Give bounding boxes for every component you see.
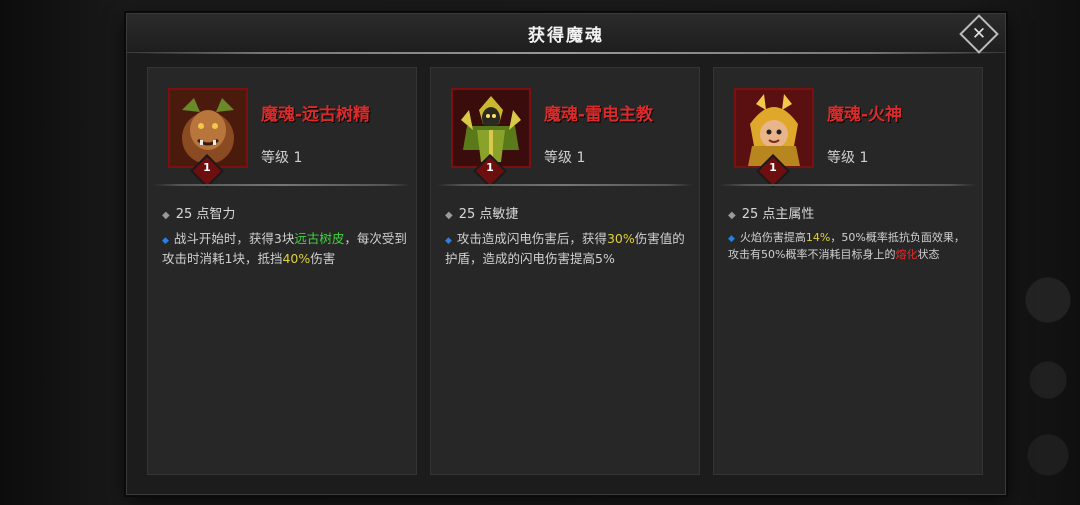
diamond-bullet-icon: ◆ [445, 210, 453, 221]
card-divider [437, 184, 693, 186]
soul-level: 等级 1 [544, 150, 586, 166]
soul-level: 等级 1 [827, 150, 869, 166]
soul-card-fire-god: 1 魔魂-火神 等级 1 ◆ 25 点主属性 ◆ 火焰伤害提高14%，50%概率抵抗… [713, 67, 983, 475]
desc-highlight: 30% [606, 231, 635, 246]
soul-reward-modal: 获得魔魂 ✕ 1 魔魂-远古树精 等级 1 ◆ 25 点智力 ◆ 战斗开始时，获… [126, 13, 1006, 495]
desc-highlight: 40% [282, 251, 311, 266]
desc-text: 状态 [917, 248, 940, 261]
soul-name: 魔魂-远古树精 [261, 105, 371, 125]
desc-text: 伤害 [310, 251, 336, 266]
stat-text: 25 点敏捷 [458, 207, 519, 222]
soul-level: 等级 1 [261, 150, 303, 166]
desc-text: 攻击造成闪电伤害后，获得 [456, 231, 607, 246]
diamond-bullet-icon: ◆ [162, 210, 170, 221]
stat-row: ◆ 25 点敏捷 [445, 203, 518, 222]
background-side-buttons [1000, 0, 1080, 505]
desc-highlight: 远古树皮 [294, 231, 345, 246]
stat-row: ◆ 25 点主属性 [728, 203, 814, 222]
soul-description: ◆ 攻击造成闪电伤害后，获得30%伤害值的护盾，造成的闪电伤害提高5% [445, 230, 690, 267]
soul-card-ancient-treant: 1 魔魂-远古树精 等级 1 ◆ 25 点智力 ◆ 战斗开始时，获得3块远古树皮，每… [147, 67, 417, 475]
soul-description: ◆ 战斗开始时，获得3块远古树皮，每次受到攻击时消耗1块，抵挡40%伤害 [162, 230, 407, 267]
level-badge-number: 1 [486, 161, 494, 174]
soul-description: ◆ 火焰伤害提高14%，50%概率抵抗负面效果，攻击有50%概率不消耗目标身上的熔… [728, 230, 973, 262]
desc-highlight: 熔化 [895, 248, 918, 261]
blue-diamond-bullet-icon: ◆ [445, 236, 452, 246]
soul-name: 魔魂-雷电主教 [544, 105, 654, 125]
soul-card-thunder-bishop: 1 魔魂-雷电主教 等级 1 ◆ 25 点敏捷 ◆ 攻击造成闪电伤害后，获得30%伤… [430, 67, 700, 475]
level-badge-number: 1 [203, 161, 211, 174]
diamond-bullet-icon: ◆ [728, 210, 736, 221]
close-icon[interactable]: ✕ [965, 20, 993, 48]
blue-diamond-bullet-icon: ◆ [162, 236, 169, 246]
stat-text: 25 点智力 [175, 207, 236, 222]
card-divider [154, 184, 410, 186]
soul-name: 魔魂-火神 [827, 105, 903, 125]
desc-text: 战斗开始时，获得3块 [173, 231, 295, 246]
card-divider [720, 184, 976, 186]
desc-highlight: 14% [805, 231, 831, 244]
modal-title: 获得魔魂 [528, 26, 604, 46]
stat-row: ◆ 25 点智力 [162, 203, 235, 222]
level-badge-number: 1 [769, 161, 777, 174]
blue-diamond-bullet-icon: ◆ [728, 234, 735, 244]
header-divider [133, 52, 999, 54]
stat-text: 25 点主属性 [741, 207, 815, 222]
desc-text: 火焰伤害提高 [739, 231, 806, 244]
